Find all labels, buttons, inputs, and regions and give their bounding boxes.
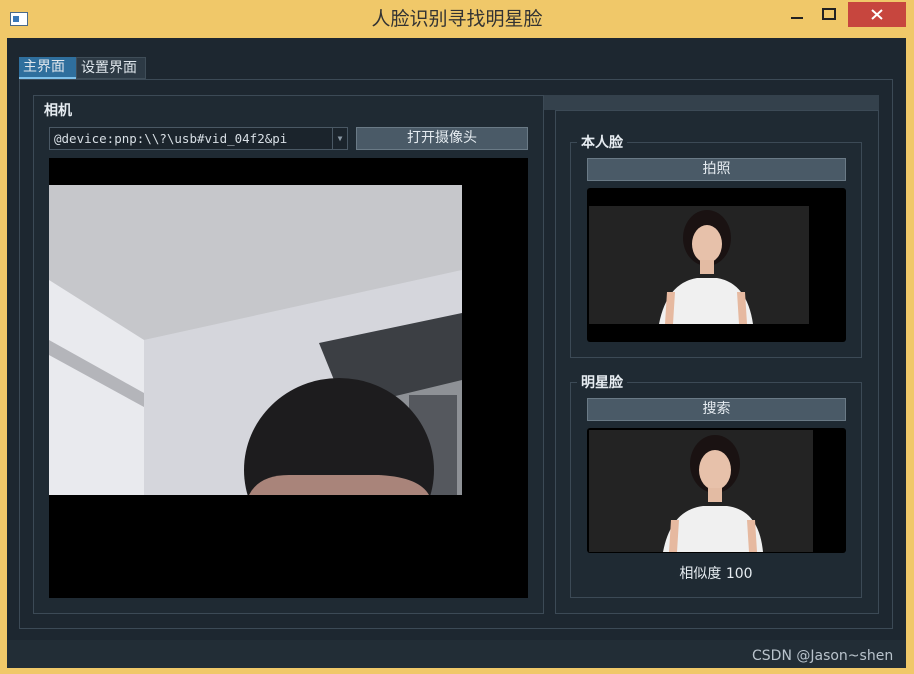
camera-group-title: 相机: [44, 103, 72, 119]
self-face-image: [587, 188, 846, 342]
tab-settings[interactable]: 设置界面: [76, 57, 146, 79]
maximize-icon[interactable]: [815, 3, 845, 27]
tab-main[interactable]: 主界面: [19, 57, 77, 79]
star-face-image: [587, 428, 846, 553]
similarity-label: 相似度 100: [679, 566, 753, 582]
search-button[interactable]: 搜索: [587, 398, 846, 421]
device-select-value: @device:pnp:\\?\usb#vid_04f2&pi: [54, 131, 288, 146]
star-face-title: 明星脸: [577, 372, 627, 392]
close-icon[interactable]: [848, 2, 906, 27]
capture-button[interactable]: 拍照: [587, 158, 846, 181]
window-title: 人脸识别寻找明星脸: [371, 8, 543, 30]
device-select[interactable]: @device:pnp:\\?\usb#vid_04f2&pi ▼: [49, 127, 348, 150]
watermark: CSDN @Jason~shen: [752, 648, 894, 664]
camera-frame-image: [49, 185, 462, 495]
open-camera-button[interactable]: 打开摄像头: [356, 127, 528, 150]
minimize-icon[interactable]: [783, 3, 813, 27]
self-face-title: 本人脸: [577, 132, 627, 152]
chevron-down-icon[interactable]: ▼: [332, 128, 347, 149]
